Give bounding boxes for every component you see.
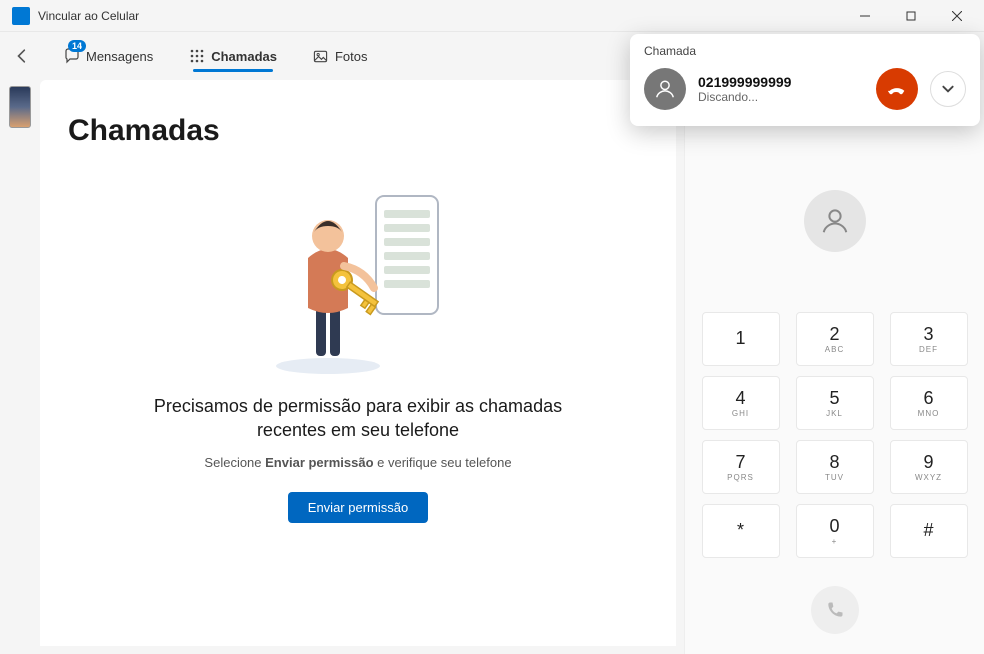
permission-illustration [258, 188, 458, 378]
minimize-button[interactable] [842, 0, 888, 32]
key-3[interactable]: 3DEF [890, 312, 968, 366]
tab-calls[interactable]: Chamadas [177, 42, 289, 70]
key-8[interactable]: 8TUV [796, 440, 874, 494]
tab-calls-label: Chamadas [211, 49, 277, 64]
key-9[interactable]: 9WXYZ [890, 440, 968, 494]
key-hash[interactable]: # [890, 504, 968, 558]
phone-thumbnail[interactable] [9, 86, 31, 128]
dialpad-icon [189, 48, 205, 64]
call-status: Discando... [698, 90, 864, 104]
call-info: 021999999999 Discando... [698, 74, 864, 104]
caller-avatar [644, 68, 686, 110]
key-4[interactable]: 4GHI [702, 376, 780, 430]
key-0[interactable]: 0+ [796, 504, 874, 558]
keypad: 1 2ABC 3DEF 4GHI 5JKL 6MNO 7PQRS 8TUV 9W… [702, 312, 968, 558]
key-1[interactable]: 1 [702, 312, 780, 366]
call-button[interactable] [811, 586, 859, 634]
hangup-button[interactable] [876, 68, 918, 110]
empty-state: Precisamos de permissão para exibir as c… [60, 188, 656, 523]
call-popup-title: Chamada [644, 44, 966, 58]
app-icon [12, 7, 30, 25]
messages-badge: 14 [68, 40, 86, 52]
tab-photos[interactable]: Fotos [301, 42, 380, 70]
window-title: Vincular ao Celular [38, 9, 842, 23]
maximize-button[interactable] [888, 0, 934, 32]
call-number: 021999999999 [698, 74, 864, 90]
key-star[interactable]: * [702, 504, 780, 558]
back-button[interactable] [8, 42, 36, 70]
tab-messages-label: Mensagens [86, 49, 153, 64]
page-title: Chamadas [68, 114, 656, 148]
send-permission-button[interactable]: Enviar permissão [288, 492, 428, 523]
left-rail [0, 80, 40, 654]
empty-state-subtitle: Selecione Enviar permissão e verifique s… [204, 455, 511, 470]
empty-state-title: Precisamos de permissão para exibir as c… [148, 394, 568, 443]
main-content: Chamadas [40, 80, 676, 646]
key-7[interactable]: 7PQRS [702, 440, 780, 494]
photos-icon [313, 48, 329, 64]
key-6[interactable]: 6MNO [890, 376, 968, 430]
key-2[interactable]: 2ABC [796, 312, 874, 366]
tab-photos-label: Fotos [335, 49, 368, 64]
call-popup: Chamada 021999999999 Discando... [630, 34, 980, 126]
contact-avatar-placeholder [804, 190, 866, 252]
close-button[interactable] [934, 0, 980, 32]
key-5[interactable]: 5JKL [796, 376, 874, 430]
titlebar: Vincular ao Celular [0, 0, 984, 32]
expand-button[interactable] [930, 71, 966, 107]
tab-messages[interactable]: 14 Mensagens [52, 42, 165, 70]
dialer-panel: 1 2ABC 3DEF 4GHI 5JKL 6MNO 7PQRS 8TUV 9W… [684, 80, 984, 654]
